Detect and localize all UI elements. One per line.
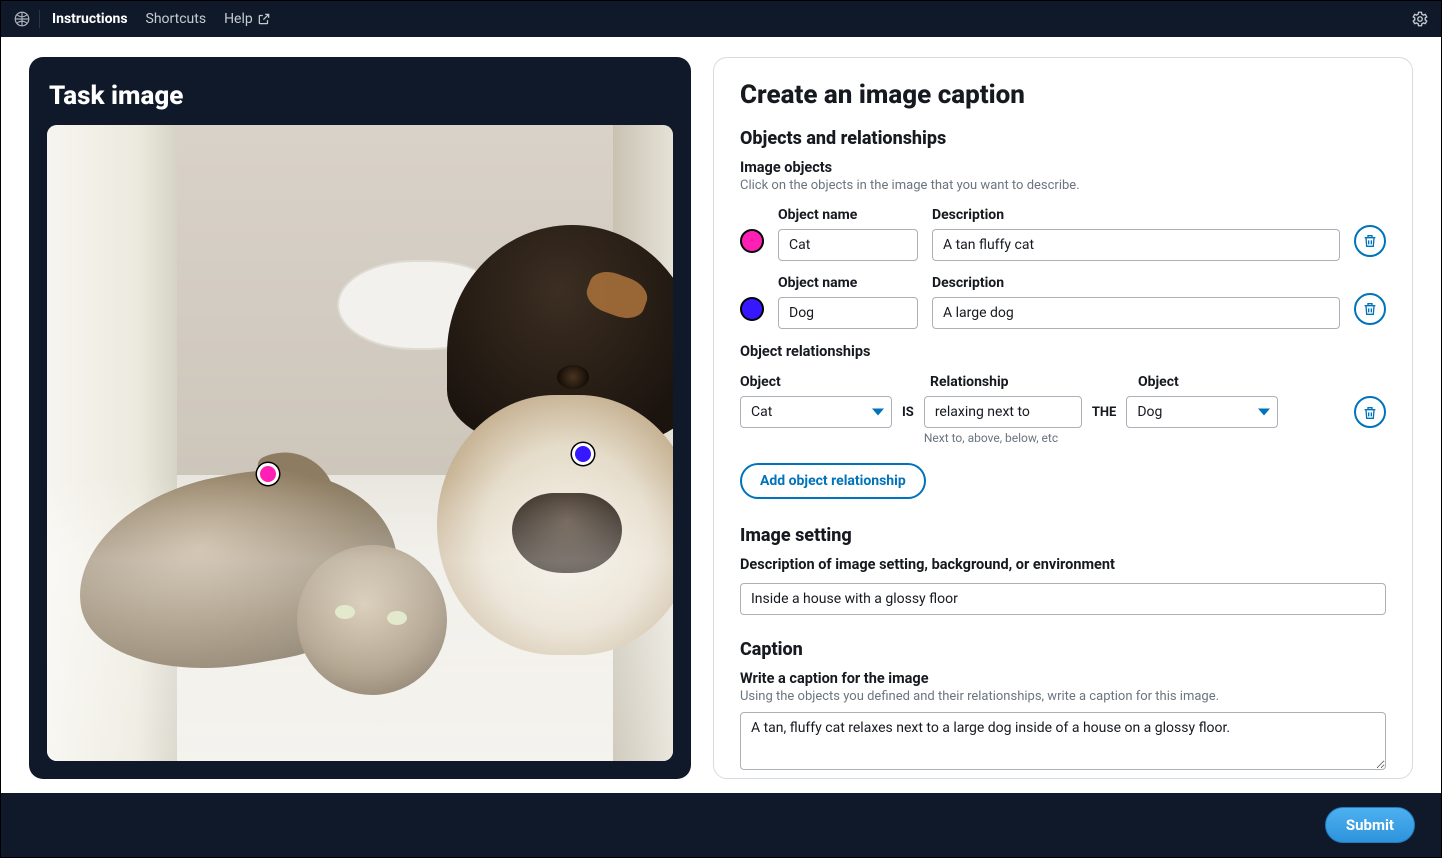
delete-object-button[interactable] bbox=[1354, 225, 1386, 257]
rel-hint: Next to, above, below, etc bbox=[924, 431, 1082, 445]
external-link-icon bbox=[257, 12, 271, 26]
main: Task image Create an image caption Objec… bbox=[1, 37, 1441, 793]
relationship-row: IS Next to, above, below, etc THE bbox=[740, 396, 1386, 445]
object-desc-input[interactable] bbox=[932, 297, 1340, 329]
rel-relationship-label: Relationship bbox=[930, 374, 1088, 390]
marker-pink[interactable] bbox=[257, 463, 279, 485]
object-dot-pink bbox=[740, 229, 764, 253]
delete-relationship-button[interactable] bbox=[1354, 396, 1386, 428]
topbar: Instructions Shortcuts Help bbox=[1, 1, 1441, 37]
task-image-panel: Task image bbox=[29, 57, 691, 779]
rel-object-b-select[interactable] bbox=[1126, 396, 1278, 428]
caption-hint: Using the objects you defined and their … bbox=[740, 689, 1386, 704]
rel-joiner-the: THE bbox=[1092, 396, 1117, 420]
setting-heading: Image setting bbox=[740, 525, 1386, 546]
relationships-heading: Object relationships bbox=[740, 343, 1386, 360]
object-name-label: Object name bbox=[778, 207, 918, 223]
add-relationship-button[interactable]: Add object relationship bbox=[740, 463, 926, 499]
section-objects-heading: Objects and relationships bbox=[740, 128, 1386, 149]
form-panel: Create an image caption Objects and rela… bbox=[713, 57, 1413, 779]
nav-help[interactable]: Help bbox=[224, 11, 271, 27]
rel-object-label: Object bbox=[1138, 374, 1290, 390]
image-objects-heading: Image objects bbox=[740, 159, 1386, 176]
settings-icon[interactable] bbox=[1411, 10, 1429, 28]
trash-icon bbox=[1362, 233, 1378, 249]
image-objects-hint: Click on the objects in the image that y… bbox=[740, 178, 1386, 193]
nav-shortcuts[interactable]: Shortcuts bbox=[146, 11, 207, 27]
rel-joiner-is: IS bbox=[902, 396, 914, 420]
delete-object-button[interactable] bbox=[1354, 293, 1386, 325]
app-logo-icon bbox=[13, 10, 31, 28]
marker-blue[interactable] bbox=[572, 443, 594, 465]
object-row: Object name Description bbox=[740, 275, 1386, 329]
rel-object-a-select[interactable] bbox=[740, 396, 892, 428]
bottombar: Submit bbox=[1, 793, 1441, 857]
object-name-label: Object name bbox=[778, 275, 918, 291]
trash-icon bbox=[1362, 405, 1378, 421]
page-title: Create an image caption bbox=[740, 80, 1386, 110]
setting-label: Description of image setting, background… bbox=[740, 556, 1386, 573]
caption-heading: Caption bbox=[740, 639, 1386, 660]
object-name-input[interactable] bbox=[778, 297, 918, 329]
nav-help-label: Help bbox=[224, 11, 253, 27]
topbar-divider bbox=[39, 10, 40, 28]
object-desc-label: Description bbox=[932, 207, 1340, 223]
rel-object-label: Object bbox=[740, 374, 892, 390]
object-name-input[interactable] bbox=[778, 229, 918, 261]
caption-textarea[interactable] bbox=[740, 712, 1386, 770]
setting-input[interactable] bbox=[740, 583, 1386, 615]
object-desc-input[interactable] bbox=[932, 229, 1340, 261]
object-row: Object name Description bbox=[740, 207, 1386, 261]
object-desc-label: Description bbox=[932, 275, 1340, 291]
rel-relation-input[interactable] bbox=[924, 396, 1082, 428]
caption-label: Write a caption for the image bbox=[740, 670, 1386, 687]
submit-button[interactable]: Submit bbox=[1325, 807, 1415, 843]
bg-shape bbox=[47, 475, 673, 761]
trash-icon bbox=[1362, 301, 1378, 317]
task-image-title: Task image bbox=[49, 81, 673, 111]
nav-instructions[interactable]: Instructions bbox=[52, 11, 128, 27]
relationship-labels-row: Object Relationship Object bbox=[740, 374, 1386, 396]
object-dot-blue bbox=[740, 297, 764, 321]
task-image[interactable] bbox=[47, 125, 673, 761]
